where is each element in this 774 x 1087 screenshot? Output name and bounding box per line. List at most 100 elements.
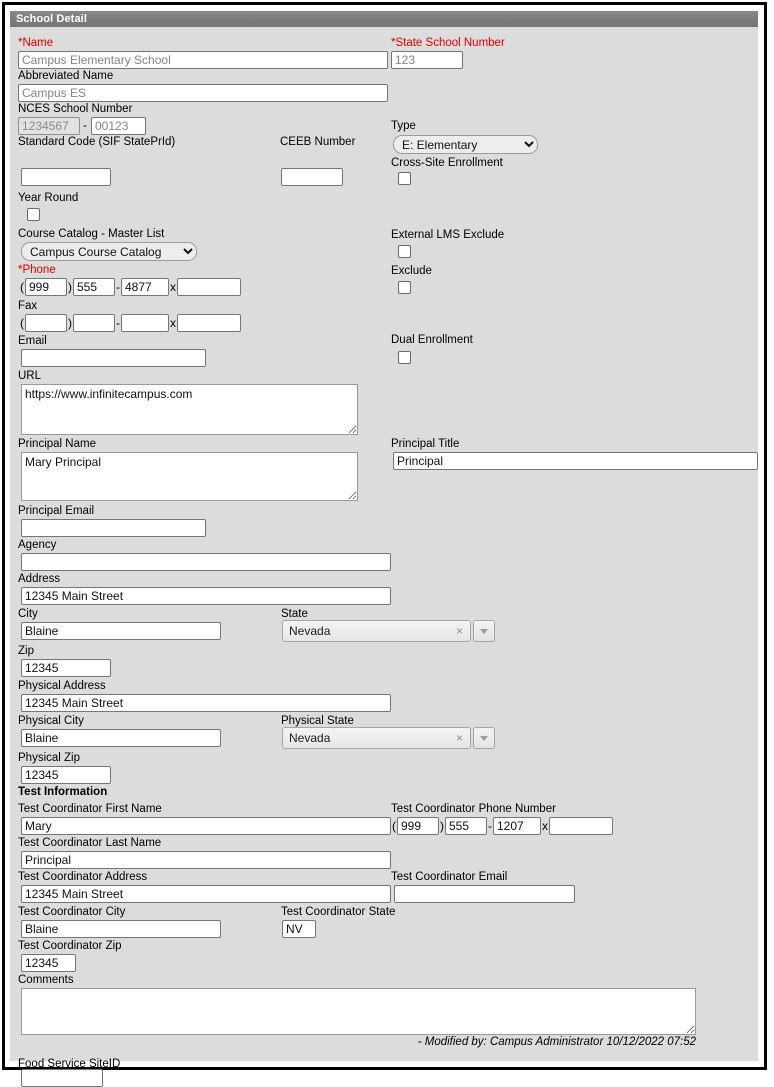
label-exclude: Exclude (391, 265, 432, 277)
physical-city-input[interactable] (21, 729, 221, 747)
phone-line-input[interactable] (121, 278, 169, 296)
phone-area-input[interactable] (25, 278, 67, 296)
zip-input[interactable] (21, 659, 111, 677)
tc-phone-line-input[interactable] (493, 817, 541, 835)
tc-city-input[interactable] (21, 920, 221, 938)
phone-ext-input[interactable] (177, 278, 241, 296)
tc-first-name-input[interactable] (21, 817, 391, 835)
label-dual-enrollment: Dual Enrollment (391, 334, 473, 346)
state-school-number-input[interactable] (391, 51, 463, 69)
label-fax: Fax (18, 300, 38, 312)
year-round-checkbox[interactable] (27, 208, 40, 221)
state-combobox[interactable]: Nevada × (282, 620, 495, 642)
physical-state-value: Nevada (289, 731, 331, 745)
label-state-school-number: *State School Number (391, 37, 505, 49)
label-tc-phone: Test Coordinator Phone Number (391, 803, 556, 815)
abbreviated-name-input[interactable] (18, 84, 388, 102)
label-course-catalog: Course Catalog - Master List (18, 228, 165, 240)
label-year-round: Year Round (18, 192, 79, 204)
tc-phone-ext-input[interactable] (549, 817, 613, 835)
tc-last-name-input[interactable] (21, 851, 391, 869)
label-ceeb-number: CEEB Number (280, 136, 356, 148)
label-cross-site-enrollment: Cross-Site Enrollment (391, 157, 503, 169)
principal-title-input[interactable] (393, 452, 758, 470)
label-standard-code: Standard Code (SIF StatePrId) (18, 136, 176, 148)
label-url: URL (18, 370, 42, 382)
fax-prefix-input[interactable] (73, 314, 115, 332)
label-tc-zip: Test Coordinator Zip (18, 940, 122, 952)
physical-state-dropdown-button[interactable] (473, 727, 495, 749)
nces-separator: - (83, 120, 87, 132)
school-detail-panel: School Detail *Name *State School Number… (10, 11, 758, 1087)
physical-address-input[interactable] (21, 694, 391, 712)
chevron-down-icon (480, 735, 488, 741)
agency-input[interactable] (21, 553, 391, 571)
course-catalog-select[interactable]: Campus Course Catalog (21, 242, 197, 261)
tc-state-input[interactable] (282, 920, 316, 938)
tc-zip-input[interactable] (21, 954, 76, 972)
label-principal-title: Principal Title (391, 438, 460, 450)
physical-zip-input[interactable] (21, 766, 111, 784)
label-tc-city: Test Coordinator City (18, 906, 126, 918)
cross-site-enrollment-checkbox[interactable] (398, 172, 411, 185)
address-input[interactable] (21, 587, 391, 605)
fax-line-input[interactable] (121, 314, 169, 332)
label-physical-address: Physical Address (18, 680, 106, 692)
dual-enrollment-checkbox[interactable] (398, 351, 411, 364)
label-type: Type (391, 120, 416, 132)
label-physical-zip: Physical Zip (18, 752, 80, 764)
state-dropdown-button[interactable] (473, 620, 495, 642)
principal-name-textarea[interactable]: Mary Principal (21, 452, 358, 501)
external-lms-exclude-checkbox[interactable] (398, 245, 411, 258)
label-state: State (281, 608, 308, 620)
label-principal-name: Principal Name (18, 438, 96, 450)
label-physical-state: Physical State (281, 715, 354, 727)
label-name: *Name (18, 37, 54, 49)
fax-ext-label: x (170, 316, 176, 330)
name-input[interactable] (18, 51, 388, 69)
fax-group: ( ) - x (19, 314, 241, 332)
modified-by-text: - Modified by: Campus Administrator 10/1… (417, 1036, 696, 1048)
section-header-test-information: Test Information (18, 786, 108, 798)
tc-phone-group: ( ) - x (391, 817, 613, 835)
principal-email-input[interactable] (21, 519, 206, 537)
phone-ext-label: x (170, 280, 176, 294)
food-service-siteid-input[interactable] (21, 1069, 103, 1087)
city-input[interactable] (21, 622, 221, 640)
chevron-down-icon (480, 628, 488, 634)
clear-icon[interactable]: × (453, 732, 466, 744)
exclude-checkbox[interactable] (398, 281, 411, 294)
label-agency: Agency (18, 539, 57, 551)
tc-address-input[interactable] (21, 885, 391, 903)
url-textarea[interactable]: https://www.infinitecampus.com (21, 384, 358, 435)
tc-phone-prefix-input[interactable] (445, 817, 487, 835)
state-combobox-field[interactable]: Nevada × (282, 620, 471, 642)
email-input[interactable] (21, 349, 206, 367)
page-title: School Detail (16, 13, 87, 25)
label-external-lms-exclude: External LMS Exclude (391, 229, 505, 241)
physical-state-combobox[interactable]: Nevada × (282, 727, 495, 749)
label-tc-last-name: Test Coordinator Last Name (18, 837, 162, 849)
comments-textarea[interactable] (21, 988, 696, 1035)
label-tc-address: Test Coordinator Address (18, 871, 148, 883)
phone-group: ( ) - x (19, 278, 241, 296)
nces-school-number-suffix-input[interactable] (91, 117, 146, 135)
phone-prefix-input[interactable] (73, 278, 115, 296)
label-principal-email: Principal Email (18, 505, 95, 517)
label-tc-email: Test Coordinator Email (391, 871, 508, 883)
tc-email-input[interactable] (394, 885, 575, 903)
label-address: Address (18, 573, 61, 585)
fax-area-input[interactable] (25, 314, 67, 332)
nces-school-number-prefix-input (18, 117, 80, 135)
ceeb-number-input[interactable] (281, 168, 343, 186)
physical-state-combobox-field[interactable]: Nevada × (282, 727, 471, 749)
label-abbreviated-name: Abbreviated Name (18, 70, 114, 82)
fax-ext-input[interactable] (177, 314, 241, 332)
type-select[interactable]: E: Elementary (393, 135, 538, 154)
clear-icon[interactable]: × (453, 625, 466, 637)
tc-phone-area-input[interactable] (397, 817, 439, 835)
label-tc-state: Test Coordinator State (281, 906, 396, 918)
label-city: City (18, 608, 38, 620)
window-frame: School Detail *Name *State School Number… (2, 2, 767, 1087)
standard-code-input[interactable] (21, 168, 111, 186)
